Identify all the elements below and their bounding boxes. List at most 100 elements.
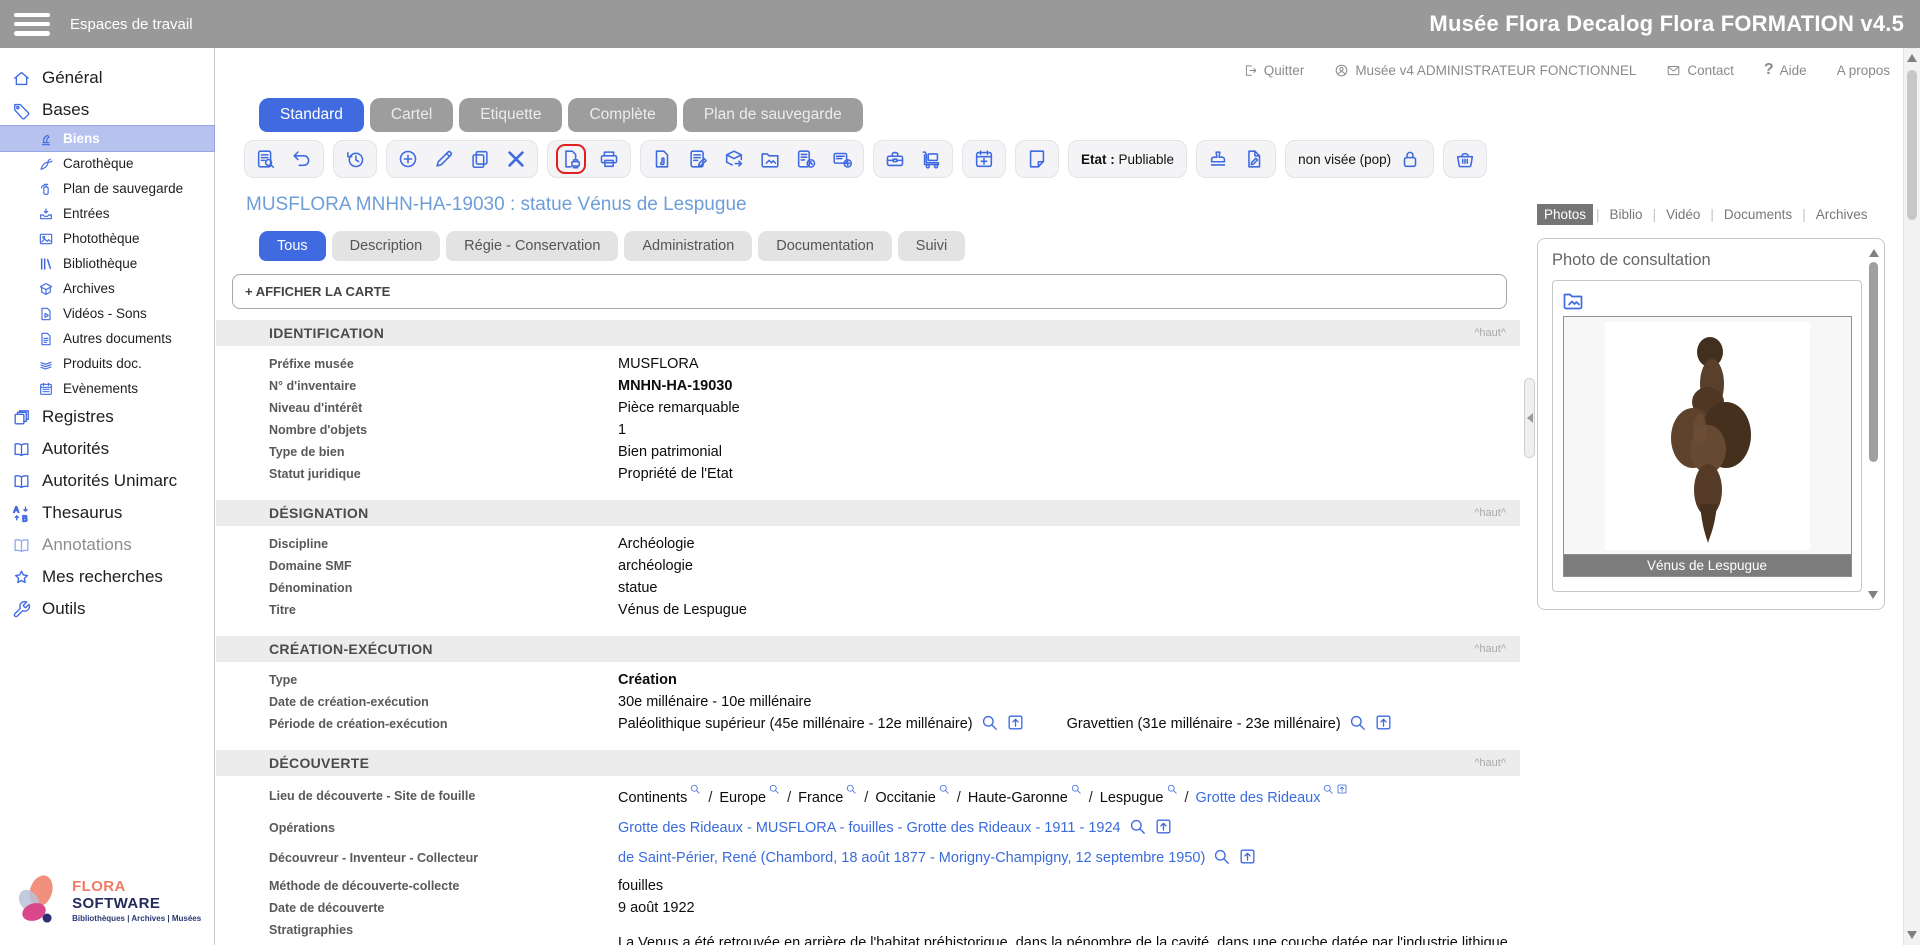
back-button[interactable] — [291, 148, 313, 170]
open-record-icon[interactable] — [1238, 847, 1257, 866]
search-icon[interactable] — [980, 713, 999, 732]
search-icon[interactable] — [768, 783, 780, 795]
user-menu[interactable]: Musée v4 ADMINISTRATEUR FONCTIONNEL — [1334, 63, 1636, 78]
breadcrumb-item[interactable]: France — [798, 790, 843, 806]
panel-scrollbar[interactable] — [1867, 249, 1880, 599]
search-icon[interactable] — [1348, 713, 1367, 732]
top-anchor-link[interactable]: ^haut^ — [1474, 327, 1506, 339]
quit-link[interactable]: Quitter — [1243, 63, 1305, 78]
venus-photo-thumbnail[interactable] — [1605, 322, 1810, 550]
sidebar-item-videos-sons[interactable]: Vidéos - Sons — [0, 301, 214, 326]
sidebar-item-entrees[interactable]: Entrées — [0, 201, 214, 226]
scrollbar-thumb[interactable] — [1869, 262, 1878, 462]
sidebar-item-archives[interactable]: Archives — [0, 276, 214, 301]
scroll-down-arrow[interactable] — [1868, 591, 1878, 599]
edit-form-button[interactable] — [687, 148, 709, 170]
search-icon[interactable] — [1322, 783, 1334, 795]
view-tab-standard[interactable]: Standard — [259, 98, 364, 132]
open-record-icon[interactable] — [1154, 817, 1173, 836]
sidebar-item-outils[interactable]: Outils — [0, 593, 214, 625]
calendar-add-button[interactable] — [973, 148, 995, 170]
page-scrollbar[interactable] — [1903, 48, 1920, 945]
package-export-button[interactable] — [723, 148, 745, 170]
search-icon[interactable] — [1070, 783, 1082, 795]
search-icon[interactable] — [1166, 783, 1178, 795]
record-tab-description[interactable]: Description — [332, 231, 441, 261]
search-icon[interactable] — [1128, 817, 1147, 836]
sidebar-item-thesaurus[interactable]: Thesaurus — [0, 497, 214, 529]
panel-splitter-handle[interactable] — [1524, 378, 1535, 458]
sign-document-button[interactable] — [1243, 148, 1265, 170]
record-tab-tous[interactable]: Tous — [259, 231, 326, 261]
sidebar-item-phototheque[interactable]: Photothèque — [0, 226, 214, 251]
hamburger-menu-button[interactable] — [14, 13, 50, 36]
sidebar-item-autres-documents[interactable]: Autres documents — [0, 326, 214, 351]
view-tab-cartel[interactable]: Cartel — [370, 98, 453, 132]
sidebar-item-bibliotheque[interactable]: Bibliothèque — [0, 251, 214, 276]
sidebar-item-autorites[interactable]: Autorités — [0, 433, 214, 465]
top-anchor-link[interactable]: ^haut^ — [1474, 757, 1506, 769]
scrollbar-thumb[interactable] — [1907, 70, 1917, 220]
media-tab-documents[interactable]: Documents — [1717, 204, 1799, 225]
top-anchor-link[interactable]: ^haut^ — [1474, 507, 1506, 519]
open-record-icon[interactable] — [1374, 713, 1393, 732]
history-button[interactable] — [344, 148, 366, 170]
sidebar-item-evenements[interactable]: Evènements — [0, 376, 214, 401]
sidebar-item-autorites-unimarc[interactable]: Autorités Unimarc — [0, 465, 214, 497]
add-record-button[interactable] — [397, 148, 419, 170]
inventory-button[interactable] — [795, 148, 817, 170]
workspace-label[interactable]: Espaces de travail — [70, 16, 193, 33]
operation-link[interactable]: Grotte des Rideaux - MUSFLORA - fouilles… — [618, 820, 1121, 836]
breadcrumb-item[interactable]: Haute-Garonne — [968, 790, 1068, 806]
card-add-button[interactable] — [831, 148, 853, 170]
sidebar-item-carotheque[interactable]: Carothèque — [0, 151, 214, 176]
sidebar-item-produits-doc[interactable]: Produits doc. — [0, 351, 214, 376]
record-tab-suivi[interactable]: Suivi — [898, 231, 965, 261]
movement-button[interactable] — [920, 148, 942, 170]
sidebar-item-biens[interactable]: Biens — [0, 126, 214, 151]
search-icon[interactable] — [938, 783, 950, 795]
sidebar-item-general[interactable]: Général — [0, 62, 214, 94]
delete-record-button[interactable] — [505, 148, 527, 170]
sidebar-item-mes-recherches[interactable]: Mes recherches — [0, 561, 214, 593]
media-tab-video[interactable]: Vidéo — [1659, 204, 1707, 225]
search-icon[interactable] — [1212, 847, 1231, 866]
media-tab-photos[interactable]: Photos — [1537, 204, 1593, 225]
view-tab-plan-de-sauvegarde[interactable]: Plan de sauvegarde — [683, 98, 863, 132]
media-tab-archives[interactable]: Archives — [1809, 204, 1875, 225]
sidebar-item-bases[interactable]: Bases — [0, 94, 214, 126]
breadcrumb-item[interactable]: Occitanie — [875, 790, 935, 806]
breadcrumb-item[interactable]: Continents — [618, 790, 687, 806]
record-tab-administration[interactable]: Administration — [624, 231, 752, 261]
open-record-icon[interactable] — [1006, 713, 1025, 732]
open-record-icon[interactable] — [1336, 783, 1348, 795]
scroll-up-arrow[interactable] — [1869, 249, 1879, 257]
site-link[interactable]: Grotte des Rideaux — [1196, 790, 1321, 806]
record-tab-documentation[interactable]: Documentation — [758, 231, 892, 261]
sidebar-item-plan-de-sauvegarde[interactable]: Plan de sauvegarde — [0, 176, 214, 201]
about-link[interactable]: A propos — [1837, 63, 1890, 78]
breadcrumb-item[interactable]: Europe — [719, 790, 766, 806]
contact-link[interactable]: Contact — [1666, 63, 1734, 78]
view-tab-etiquette[interactable]: Etiquette — [459, 98, 562, 132]
top-anchor-link[interactable]: ^haut^ — [1474, 643, 1506, 655]
open-media-folder-button[interactable] — [1561, 288, 1853, 312]
print-record-button-highlighted[interactable] — [558, 146, 584, 172]
person-link[interactable]: de Saint-Périer, René (Chambord, 18 août… — [618, 850, 1205, 866]
media-tab-biblio[interactable]: Biblio — [1603, 204, 1650, 225]
sidebar-item-registres[interactable]: Registres — [0, 401, 214, 433]
search-icon[interactable] — [689, 783, 701, 795]
breadcrumb-item[interactable]: Lespugue — [1100, 790, 1164, 806]
scroll-down-arrow[interactable] — [1907, 931, 1917, 939]
flora-software-logo[interactable]: FLORA SOFTWARE Bibliothèques | Archives … — [8, 869, 214, 931]
attach-document-button[interactable] — [651, 148, 673, 170]
stamp-button[interactable] — [1207, 148, 1229, 170]
note-button[interactable] — [1026, 148, 1048, 170]
edit-record-button[interactable] — [433, 148, 455, 170]
media-folder-button[interactable] — [759, 148, 781, 170]
record-tab-regie-conservation[interactable]: Régie - Conservation — [446, 231, 618, 261]
view-tab-complete[interactable]: Complète — [568, 98, 676, 132]
scroll-up-arrow[interactable] — [1907, 54, 1917, 62]
help-link[interactable]: ? Aide — [1764, 61, 1807, 79]
form-search-button[interactable] — [255, 148, 277, 170]
